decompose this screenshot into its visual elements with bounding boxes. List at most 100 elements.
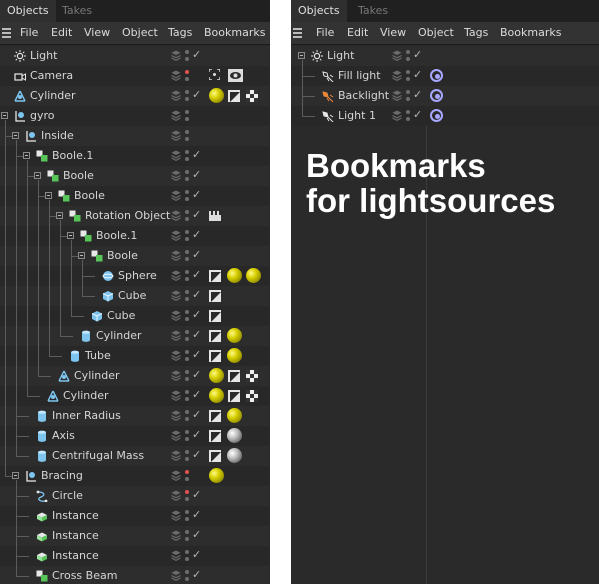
enabled-check-icon[interactable]: ✓ [192,168,202,182]
layer-icon[interactable] [171,250,181,261]
menu-file[interactable]: File [20,22,38,44]
tree-row[interactable]: Light ✓ [291,46,599,66]
enabled-check-icon[interactable]: ✓ [192,508,202,522]
layer-icon[interactable] [171,110,181,121]
visibility-dots[interactable] [185,69,190,83]
tree-row[interactable]: Light 1 ✓ [291,106,599,126]
enabled-check-icon[interactable]: ✓ [192,248,202,262]
tree-row[interactable]: Boole ✓ [0,246,270,266]
layer-icon[interactable] [171,530,181,541]
tree-row[interactable]: Instance ✓ [0,546,270,566]
chrome-material-ball[interactable] [227,428,242,443]
enabled-check-icon[interactable]: ✓ [192,148,202,162]
visibility-dots[interactable] [185,49,190,63]
menu-edit[interactable]: Edit [347,22,368,44]
object-name[interactable]: Backlight [338,89,389,103]
visibility-dots[interactable] [185,429,190,443]
texture-checker-icon[interactable] [246,390,258,402]
menu-bookmarks[interactable]: Bookmarks [500,22,561,44]
collapse-toggle-icon[interactable] [1,112,8,119]
visibility-dots[interactable] [185,229,190,243]
layer-icon[interactable] [171,150,181,161]
object-name[interactable]: Camera [30,69,73,83]
menu-tags[interactable]: Tags [168,22,192,44]
object-name[interactable]: Fill light [338,69,381,83]
enabled-check-icon[interactable]: ✓ [192,428,202,442]
object-name[interactable]: Inner Radius [52,409,121,423]
phong-tag-icon[interactable] [209,430,221,442]
layer-icon[interactable] [171,190,181,201]
enabled-check-icon[interactable]: ✓ [192,268,202,282]
enabled-check-icon[interactable]: ✓ [192,528,202,542]
clapper-icon[interactable] [209,211,221,221]
tree-row[interactable]: Camera [0,66,270,86]
enabled-check-icon[interactable]: ✓ [413,108,423,122]
visibility-dots[interactable] [185,509,190,523]
layer-icon[interactable] [392,90,402,101]
tree-row[interactable]: Boole.1 ✓ [0,226,270,246]
visibility-dots[interactable] [185,469,190,483]
collapse-toggle-icon[interactable] [298,52,305,59]
yellow-material-ball[interactable] [209,368,224,383]
visibility-dots[interactable] [185,309,190,323]
phong-tag-icon[interactable] [209,350,221,362]
layer-icon[interactable] [171,410,181,421]
visibility-dots[interactable] [185,149,190,163]
object-name[interactable]: Light 1 [338,109,376,123]
tree-row[interactable]: Instance ✓ [0,506,270,526]
menu-tags[interactable]: Tags [464,22,488,44]
menu-file[interactable]: File [316,22,334,44]
collapse-toggle-icon[interactable] [12,132,19,139]
enabled-check-icon[interactable]: ✓ [413,88,423,102]
enabled-check-icon[interactable]: ✓ [192,488,202,502]
tree-row[interactable]: Instance ✓ [0,526,270,546]
object-name[interactable]: Centrifugal Mass [52,449,144,463]
layer-icon[interactable] [392,50,402,61]
phong-tag-icon[interactable] [209,450,221,462]
phong-tag-icon[interactable] [228,370,240,382]
bookmark-target-icon[interactable] [430,69,443,82]
layer-icon[interactable] [171,490,181,501]
tree-row[interactable]: Fill light ✓ [291,66,599,86]
layer-icon[interactable] [171,450,181,461]
visibility-dots[interactable] [185,449,190,463]
hamburger-menu-icon[interactable] [293,28,302,38]
tree-row[interactable]: Centrifugal Mass ✓ [0,446,270,466]
phong-tag-icon[interactable] [209,270,221,282]
collapse-toggle-icon[interactable] [56,212,63,219]
chrome-material-ball[interactable] [227,448,242,463]
tree-row[interactable]: Boole ✓ [0,186,270,206]
tree-row[interactable]: Circle ✓ [0,486,270,506]
phong-tag-icon[interactable] [209,310,221,322]
visibility-dots[interactable] [185,189,190,203]
phong-tag-icon[interactable] [228,390,240,402]
viewfinder-icon[interactable] [208,68,221,81]
object-name[interactable]: Cross Beam [52,569,117,583]
menu-bookmarks[interactable]: Bookmarks [204,22,265,44]
yellow-material-ball[interactable] [227,408,242,423]
object-name[interactable]: Circle [52,489,83,503]
tree-row[interactable]: Axis ✓ [0,426,270,446]
tree-row[interactable]: Boole ✓ [0,166,270,186]
layer-icon[interactable] [171,290,181,301]
object-name[interactable]: Axis [52,429,75,443]
enabled-check-icon[interactable]: ✓ [192,48,202,62]
visibility-dots[interactable] [185,489,190,503]
yellow-material-ball[interactable] [227,348,242,363]
visibility-dots[interactable] [185,249,190,263]
visibility-dots[interactable] [406,69,411,83]
bookmark-target-icon[interactable] [430,109,443,122]
tree-row[interactable]: Tube ✓ [0,346,270,366]
object-name[interactable]: Rotation Object [85,209,170,223]
menu-view[interactable]: View [380,22,406,44]
layer-icon[interactable] [171,270,181,281]
tree-row[interactable]: Inner Radius ✓ [0,406,270,426]
enabled-check-icon[interactable]: ✓ [192,568,202,582]
object-name[interactable]: Instance [52,549,99,563]
texture-checker-icon[interactable] [246,370,258,382]
enabled-check-icon[interactable]: ✓ [413,48,423,62]
object-name[interactable]: Cylinder [74,369,120,383]
phong-tag-icon[interactable] [209,290,221,302]
object-name[interactable]: Inside [41,129,74,143]
tab-takes[interactable]: Takes [55,0,99,22]
